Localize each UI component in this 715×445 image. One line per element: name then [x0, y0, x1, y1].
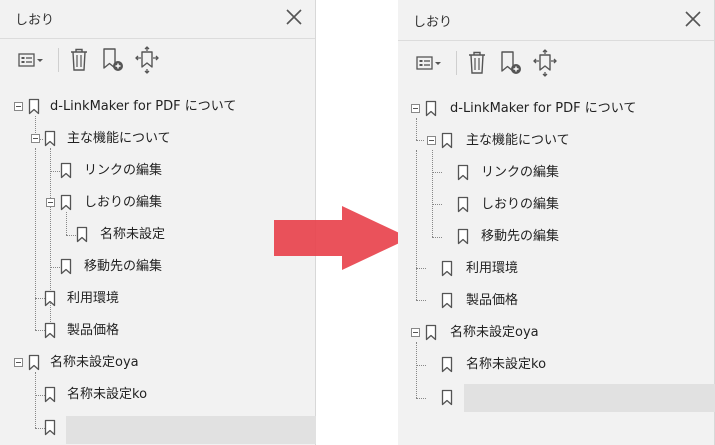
collapse-toggle-icon[interactable]	[46, 198, 55, 207]
bookmark-row[interactable]: 利用環境	[0, 287, 316, 311]
collapse-toggle-icon[interactable]	[14, 358, 23, 367]
bookmark-label[interactable]: 製品価格	[466, 289, 518, 313]
trash-icon[interactable]	[64, 44, 94, 76]
collapse-toggle-icon[interactable]	[411, 328, 420, 337]
bookmark-icon	[28, 354, 40, 371]
bookmark-row[interactable]	[0, 416, 316, 440]
panel-toolbar	[0, 44, 315, 80]
bookmark-row[interactable]: 名称未設定	[0, 223, 316, 247]
bookmarks-panel-before: しおり d-LinkMaker for PDF について 主な機能について リン…	[0, 0, 316, 445]
bookmark-label[interactable]: 利用環境	[466, 257, 518, 281]
collapse-toggle-icon[interactable]	[427, 136, 436, 145]
collapse-toggle-icon[interactable]	[411, 104, 420, 113]
close-icon[interactable]	[285, 8, 303, 26]
bookmark-row[interactable]: 名称未設定ko	[0, 383, 316, 407]
bookmark-label[interactable]: 主な機能について	[67, 127, 171, 151]
bookmark-icon	[44, 290, 56, 307]
bookmark-icon	[44, 419, 56, 436]
toolbar-separator	[58, 48, 59, 72]
bookmark-icon	[425, 324, 437, 341]
options-menu-icon[interactable]	[16, 44, 46, 76]
panel-header: しおり	[398, 2, 714, 41]
bookmark-icon	[457, 164, 469, 181]
bookmark-icon	[28, 98, 40, 115]
bookmark-label[interactable]: 名称未設定ko	[466, 353, 546, 377]
bookmark-label[interactable]: 名称未設定	[100, 223, 165, 247]
bookmark-row[interactable]	[398, 386, 715, 410]
bookmark-row[interactable]: 主な機能について	[398, 129, 715, 153]
bookmark-row[interactable]: 移動先の編集	[0, 255, 316, 279]
bookmark-row[interactable]: 製品価格	[0, 319, 316, 343]
trash-icon[interactable]	[462, 47, 492, 79]
bookmark-row[interactable]: リンクの編集	[0, 159, 316, 183]
bookmark-label[interactable]: リンクの編集	[84, 159, 162, 183]
bookmark-row[interactable]: d-LinkMaker for PDF について	[0, 95, 316, 119]
bookmark-icon	[457, 228, 469, 245]
bookmark-icon	[441, 260, 453, 277]
bookmark-row[interactable]: 名称未設定oya	[0, 351, 316, 375]
bookmark-label[interactable]: 名称未設定oya	[50, 351, 139, 375]
bookmark-row[interactable]: 製品価格	[398, 289, 715, 313]
bookmark-label[interactable]: 名称未設定oya	[450, 321, 539, 345]
bookmark-icon	[44, 386, 56, 403]
bookmark-label[interactable]: リンクの編集	[481, 161, 559, 185]
bookmark-label[interactable]: しおりの編集	[84, 191, 162, 215]
bookmark-icon	[441, 389, 453, 406]
bookmark-icon	[44, 322, 56, 339]
collapse-toggle-icon[interactable]	[31, 134, 40, 143]
bookmark-icon	[60, 162, 72, 179]
bookmarks-panel-after: しおり d-LinkMaker for PDF について 主な機能について リン…	[398, 0, 715, 445]
bookmark-icon	[60, 194, 72, 211]
bookmark-row[interactable]: 名称未設定ko	[398, 353, 715, 377]
bookmark-label[interactable]: 移動先の編集	[84, 255, 162, 279]
bookmark-row[interactable]: 移動先の編集	[398, 225, 715, 249]
bookmark-row[interactable]: リンクの編集	[398, 161, 715, 185]
bookmark-label[interactable]: 名称未設定ko	[67, 383, 147, 407]
bookmark-icon	[441, 292, 453, 309]
bookmark-icon	[425, 100, 437, 117]
panel-title: しおり	[15, 13, 55, 28]
bookmark-label[interactable]: d-LinkMaker for PDF について	[50, 95, 236, 119]
bookmark-row[interactable]: 名称未設定oya	[398, 321, 715, 345]
bookmark-icon	[76, 226, 88, 243]
bookmark-icon	[441, 356, 453, 373]
bookmark-label[interactable]: 製品価格	[67, 319, 119, 343]
new-bookmark-icon[interactable]	[98, 44, 128, 76]
expand-bookmark-icon[interactable]	[132, 44, 162, 76]
bookmark-icon	[441, 132, 453, 149]
panel-toolbar	[398, 47, 714, 83]
bookmark-label[interactable]: 利用環境	[67, 287, 119, 311]
collapse-toggle-icon[interactable]	[14, 102, 23, 111]
bookmark-row[interactable]: 主な機能について	[0, 127, 316, 151]
bookmark-row[interactable]: 利用環境	[398, 257, 715, 281]
panel-title: しおり	[413, 15, 453, 30]
new-bookmark-icon[interactable]	[496, 47, 526, 79]
expand-bookmark-icon[interactable]	[530, 47, 560, 79]
bookmark-icon	[60, 258, 72, 275]
bookmark-row[interactable]: しおりの編集	[398, 193, 715, 217]
bookmark-label[interactable]: 移動先の編集	[481, 225, 559, 249]
bookmark-label[interactable]: d-LinkMaker for PDF について	[450, 97, 636, 121]
right-arrow-icon	[274, 206, 410, 270]
toolbar-separator	[456, 51, 457, 75]
bookmark-label[interactable]: しおりの編集	[481, 193, 559, 217]
bookmark-label[interactable]: 主な機能について	[466, 129, 570, 153]
bookmark-icon	[457, 196, 469, 213]
panel-header: しおり	[0, 0, 315, 39]
bookmark-row[interactable]: しおりの編集	[0, 191, 316, 215]
bookmark-row[interactable]: d-LinkMaker for PDF について	[398, 97, 715, 121]
close-icon[interactable]	[684, 10, 702, 28]
bookmark-icon	[44, 130, 56, 147]
options-menu-icon[interactable]	[414, 47, 444, 79]
